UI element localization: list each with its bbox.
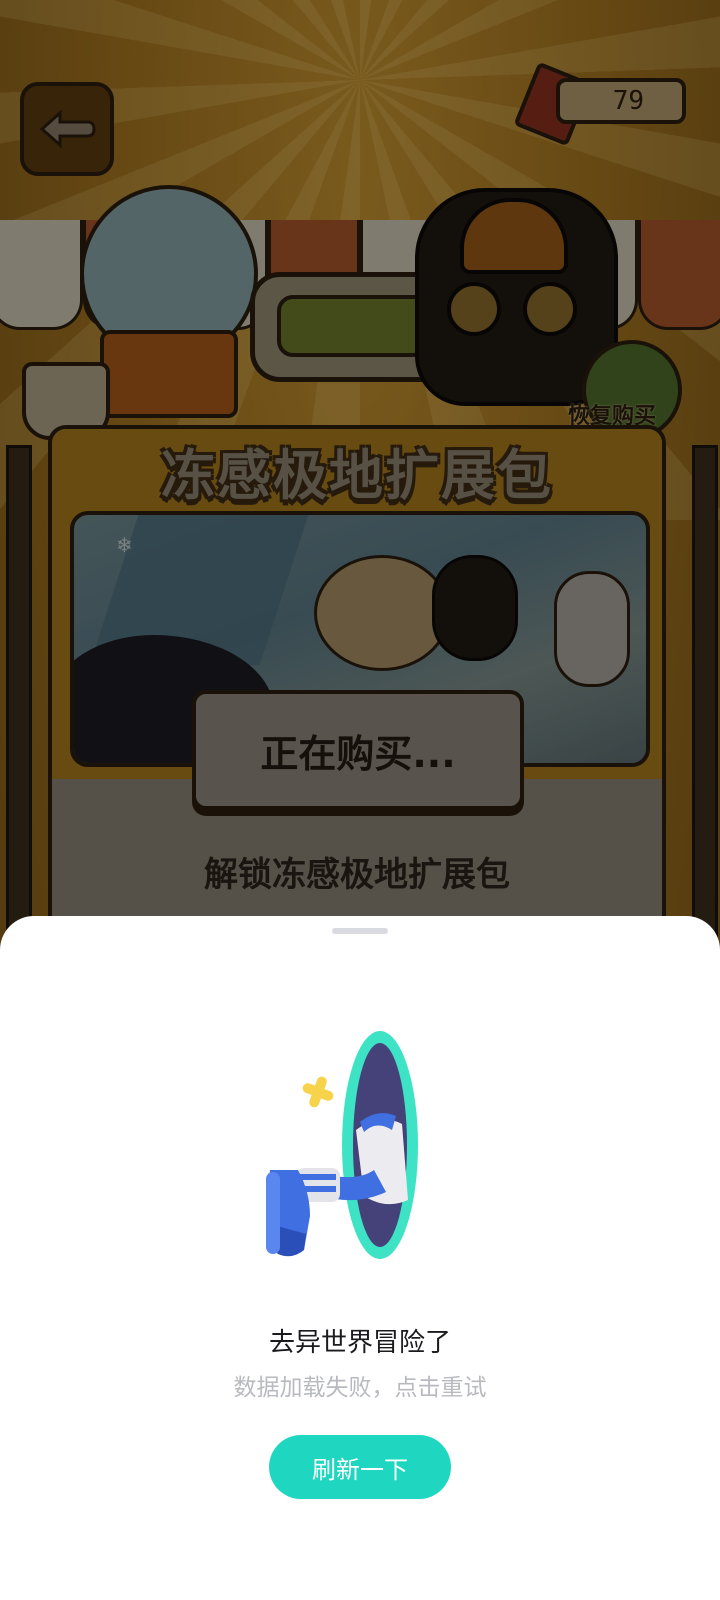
pack-title: 冻感极地扩展包	[161, 444, 553, 507]
coin-counter: 79	[556, 78, 686, 124]
back-button[interactable]	[20, 82, 114, 176]
error-title: 去异世界冒险了	[268, 1328, 451, 1358]
sheet-drag-handle[interactable]	[332, 928, 388, 934]
right-frame	[692, 445, 718, 951]
error-message: 数据加载失败，点击重试	[233, 1375, 487, 1401]
unlock-label: 解锁冻感极地扩展包	[204, 855, 510, 895]
coin-count: 79	[612, 86, 644, 116]
portal-illustration	[266, 1031, 418, 1259]
error-bottom-sheet: 去异世界冒险了 数据加载失败，点击重试 刷新一下	[0, 916, 720, 1600]
refresh-button[interactable]: 刷新一下	[269, 1435, 451, 1499]
expansion-pack-card: 冻感极地扩展包 ❄ 解锁冻感极地扩展包	[48, 425, 666, 933]
sparkle-icon	[302, 1076, 334, 1108]
buying-status-text: 正在购买...	[260, 731, 456, 776]
buying-status-dialog: 正在购买...	[192, 690, 524, 810]
left-frame	[6, 445, 32, 951]
snowflake-icon: ❄	[116, 533, 133, 557]
back-arrow-icon	[39, 109, 96, 149]
gumball-machine-base	[100, 330, 238, 418]
